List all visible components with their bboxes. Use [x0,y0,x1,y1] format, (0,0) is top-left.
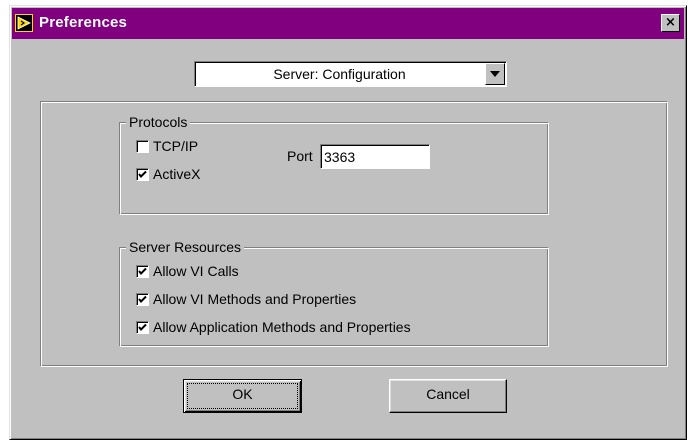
allow-vi-calls-checkbox[interactable] [136,264,149,278]
tcpip-checkbox[interactable] [136,139,149,153]
ok-button[interactable]: OK [183,379,302,413]
allow-vi-calls-option[interactable]: Allow VI Calls [136,262,239,280]
category-select-value: Server: Configuration [273,66,406,82]
allow-vi-calls-label: Allow VI Calls [153,263,239,279]
port-label: Port [287,148,313,164]
protocols-group: Protocols TCP/IP Port ActiveX [119,114,549,215]
activex-option[interactable]: ActiveX [136,165,200,183]
chevron-down-icon[interactable] [485,63,505,85]
server-resources-group: Server Resources Allow VI Calls Allow VI… [119,239,549,347]
settings-panel: Protocols TCP/IP Port ActiveX Server Res… [40,101,668,367]
preferences-dialog: Preferences × Server: Configuration Prot… [9,5,687,440]
title-bar[interactable]: Preferences × [12,8,684,39]
port-input[interactable] [320,144,430,169]
focus-rect [187,383,298,409]
checkmark-icon [138,323,147,331]
window-title: Preferences [39,14,128,31]
activex-checkbox[interactable] [136,167,149,181]
server-resources-legend: Server Resources [126,239,245,255]
cancel-button-label: Cancel [426,386,470,402]
allow-app-methods-checkbox[interactable] [136,320,149,334]
tcpip-option[interactable]: TCP/IP [136,137,198,155]
tcpip-label: TCP/IP [153,138,199,154]
checkmark-icon [138,170,147,178]
close-button[interactable]: × [661,14,680,32]
activex-label: ActiveX [153,166,201,182]
category-select[interactable]: Server: Configuration [194,61,507,87]
checkmark-icon [138,267,147,275]
checkmark-icon [138,295,147,303]
allow-app-methods-option[interactable]: Allow Application Methods and Properties [136,318,411,336]
allow-vi-methods-checkbox[interactable] [136,292,149,306]
protocols-legend: Protocols [126,114,191,130]
cancel-button[interactable]: Cancel [389,379,507,413]
allow-vi-methods-option[interactable]: Allow VI Methods and Properties [136,290,356,308]
allow-app-methods-label: Allow Application Methods and Properties [153,319,411,335]
allow-vi-methods-label: Allow VI Methods and Properties [153,291,357,307]
labview-arrow-icon [15,14,33,32]
